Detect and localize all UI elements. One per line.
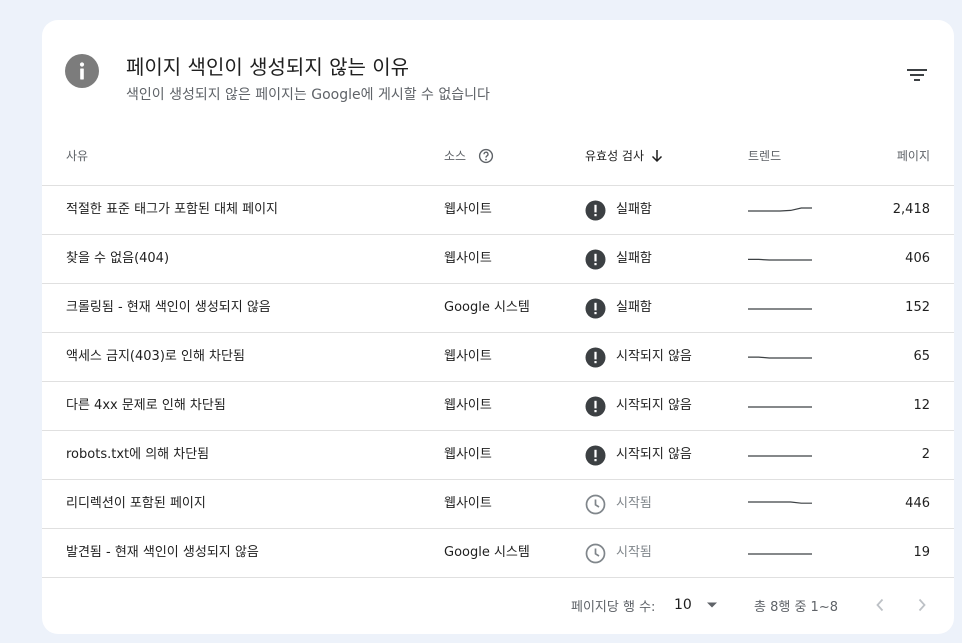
sparkline-icon	[748, 207, 812, 212]
error-icon	[585, 200, 606, 220]
row-source: 웹사이트	[444, 202, 492, 217]
row-validation-status: 시작되지 않음	[585, 382, 692, 430]
card-subtitle: 색인이 생성되지 않은 페이지는 Google에 게시할 수 없습니다	[126, 87, 490, 103]
column-header-reason[interactable]: 사유	[66, 147, 88, 165]
row-validation-status: 시작됨	[585, 529, 652, 577]
page-range: 총 8행 중 1~8	[754, 600, 838, 615]
row-reason: 적절한 표준 태그가 포함된 대체 페이지	[66, 202, 279, 217]
error-icon	[585, 298, 606, 318]
column-header-pages[interactable]: 페이지	[897, 147, 930, 165]
sparkline-icon	[748, 501, 812, 504]
row-pages: 152	[905, 300, 930, 315]
row-source: 웹사이트	[444, 447, 492, 462]
row-pages: 2,418	[892, 202, 930, 217]
table-row[interactable]: 발견됨 - 현재 색인이 생성되지 않음 Google 시스템 시작됨 19	[42, 529, 954, 578]
table-row[interactable]: 리디렉션이 포함된 페이지 웹사이트 시작됨 446	[42, 480, 954, 529]
row-trend-sparkline	[748, 529, 812, 577]
error-icon	[585, 249, 606, 269]
table-row[interactable]: 찾을 수 없음(404) 웹사이트 실패함 406	[42, 235, 954, 284]
row-source: Google 시스템	[444, 545, 530, 560]
row-trend-sparkline	[748, 480, 812, 528]
row-pages: 19	[913, 545, 930, 560]
row-trend-sparkline	[748, 382, 812, 430]
sparkline-icon	[748, 356, 812, 359]
sparkline-icon	[748, 455, 812, 457]
table-row[interactable]: 적절한 표준 태그가 포함된 대체 페이지 웹사이트 실패함 2,418	[42, 186, 954, 235]
row-validation-status: 실패함	[585, 235, 652, 283]
rows-per-page-select[interactable]: 10	[674, 592, 718, 618]
sparkline-icon	[748, 553, 812, 555]
row-trend-sparkline	[748, 333, 812, 381]
row-status-label: 실패함	[616, 300, 652, 315]
row-source: 웹사이트	[444, 398, 492, 413]
row-status-label: 시작되지 않음	[616, 398, 692, 413]
card-title: 페이지 색인이 생성되지 않는 이유	[126, 55, 410, 79]
row-pages: 446	[905, 496, 930, 511]
sparkline-icon	[748, 406, 812, 408]
row-reason: robots.txt에 의해 차단됨	[66, 447, 210, 462]
error-icon	[585, 445, 606, 465]
column-header-validation[interactable]: 유효성 검사	[585, 147, 644, 165]
row-trend-sparkline	[748, 431, 812, 479]
row-status-label: 실패함	[616, 251, 652, 266]
dropdown-arrow-icon	[706, 602, 717, 608]
column-header-source[interactable]: 소스	[444, 147, 466, 165]
row-trend-sparkline	[748, 186, 812, 234]
chevron-right-icon	[918, 598, 926, 612]
row-status-label: 시작되지 않음	[616, 447, 692, 462]
row-status-label: 시작됨	[616, 496, 652, 511]
row-validation-status: 시작됨	[585, 480, 652, 528]
table-row[interactable]: 액세스 금지(403)로 인해 차단됨 웹사이트 시작되지 않음 65	[42, 333, 954, 382]
help-icon[interactable]	[478, 147, 494, 165]
row-pages: 406	[905, 251, 930, 266]
error-icon	[585, 396, 606, 416]
row-pages: 12	[913, 398, 930, 413]
pagination: 페이지당 행 수: 10 총 8행 중 1~8	[42, 586, 954, 626]
row-reason: 발견됨 - 현재 색인이 생성되지 않음	[66, 545, 259, 560]
error-icon	[585, 347, 606, 367]
sparkline-icon	[748, 258, 812, 261]
row-reason: 크롤링됨 - 현재 색인이 생성되지 않음	[66, 300, 271, 315]
chevron-left-icon	[876, 598, 884, 612]
row-source: 웹사이트	[444, 251, 492, 266]
rows-per-page-label: 페이지당 행 수:	[571, 600, 656, 615]
next-page-button[interactable]	[910, 593, 934, 617]
previous-page-button[interactable]	[868, 593, 892, 617]
row-source: 웹사이트	[444, 496, 492, 511]
row-source: 웹사이트	[444, 349, 492, 364]
clock-icon	[585, 494, 606, 514]
row-validation-status: 실패함	[585, 284, 652, 332]
row-reason: 다른 4xx 문제로 인해 차단됨	[66, 398, 226, 413]
row-pages: 2	[921, 447, 930, 462]
row-status-label: 시작됨	[616, 545, 652, 560]
row-trend-sparkline	[748, 284, 812, 332]
filter-icon	[907, 69, 927, 81]
table-row[interactable]: robots.txt에 의해 차단됨 웹사이트 시작되지 않음 2	[42, 431, 954, 480]
row-validation-status: 시작되지 않음	[585, 333, 692, 381]
rows-per-page-value: 10	[674, 597, 692, 613]
column-header-trend: 트렌드	[748, 149, 782, 163]
row-pages: 65	[913, 349, 930, 364]
table-header: 사유 소스 유효성 검사 트렌드 페이지	[42, 147, 954, 165]
row-validation-status: 시작되지 않음	[585, 431, 692, 479]
info-icon	[65, 54, 99, 88]
row-reason: 액세스 금지(403)로 인해 차단됨	[66, 349, 245, 364]
filter-button[interactable]	[904, 63, 930, 87]
row-status-label: 실패함	[616, 202, 652, 217]
sort-arrow-down-icon[interactable]	[650, 147, 664, 165]
row-trend-sparkline	[748, 235, 812, 283]
sparkline-icon	[748, 308, 812, 310]
row-reason: 찾을 수 없음(404)	[66, 251, 170, 266]
row-status-label: 시작되지 않음	[616, 349, 692, 364]
row-reason: 리디렉션이 포함된 페이지	[66, 496, 206, 511]
table-body: 적절한 표준 태그가 포함된 대체 페이지 웹사이트 실패함 2,418 찾을 수 없음…	[42, 186, 954, 578]
row-validation-status: 실패함	[585, 186, 652, 234]
table-row[interactable]: 다른 4xx 문제로 인해 차단됨 웹사이트 시작되지 않음 12	[42, 382, 954, 431]
table-row[interactable]: 크롤링됨 - 현재 색인이 생성되지 않음 Google 시스템 실패함 152	[42, 284, 954, 333]
reasons-card: 페이지 색인이 생성되지 않는 이유 색인이 생성되지 않은 페이지는 Goog…	[42, 20, 954, 634]
clock-icon	[585, 543, 606, 563]
row-source: Google 시스템	[444, 300, 530, 315]
